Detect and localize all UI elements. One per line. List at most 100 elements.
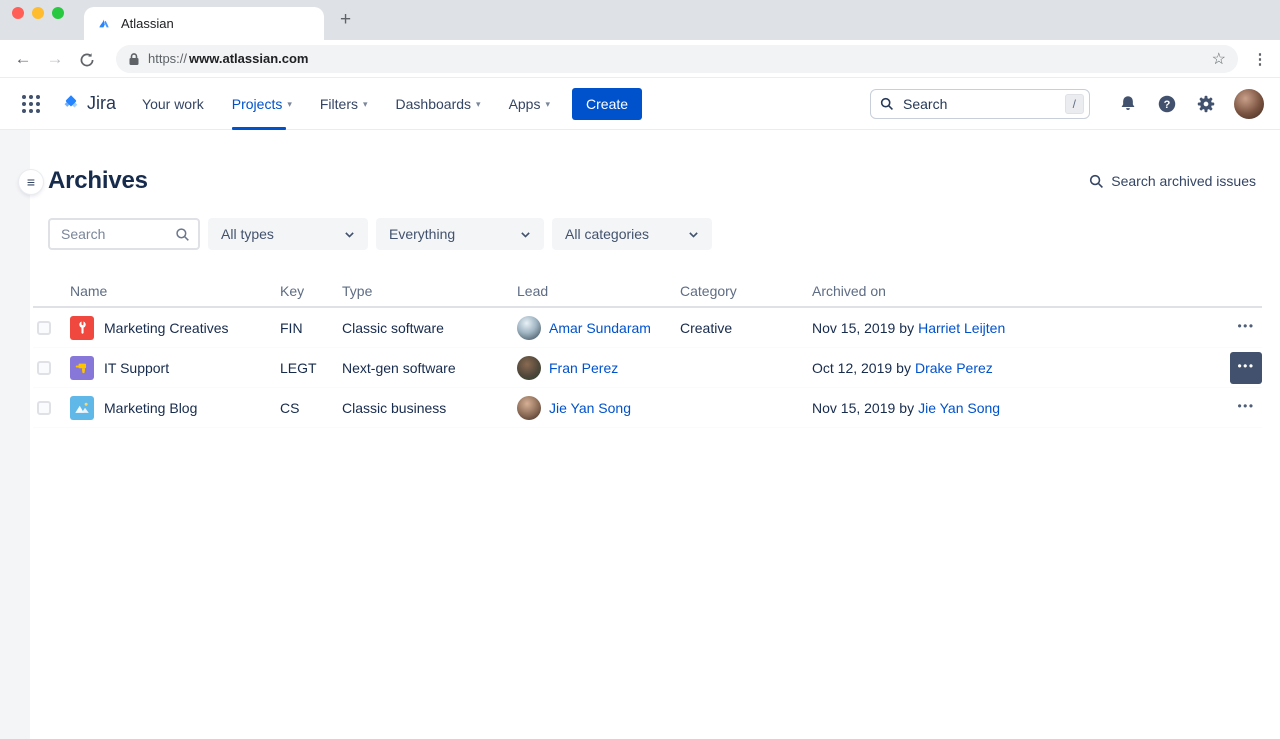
app-switcher-icon[interactable] [22,95,40,113]
archived-date: Oct 12, 2019 [812,360,892,376]
lead-link[interactable]: Jie Yan Song [549,400,631,416]
archived-by-link[interactable]: Harriet Leijten [918,320,1005,336]
search-shortcut-badge: / [1065,94,1084,114]
address-bar[interactable]: https:// www.atlassian.com ☆ [116,45,1238,73]
browser-tab[interactable]: Atlassian [84,7,324,40]
by-label: by [899,320,914,336]
types-dropdown[interactable]: All types [208,218,368,250]
browser-tab-strip: Atlassian + [0,0,1280,40]
jira-mark-icon [60,93,82,115]
project-name[interactable]: Marketing Blog [104,400,197,416]
nav-item-your-work[interactable]: Your work [142,78,204,130]
header-key: Key [280,283,342,299]
reload-icon[interactable] [72,50,102,68]
nav-item-filters[interactable]: Filters▾ [320,78,368,130]
zoom-window-button[interactable] [52,7,64,19]
hamburger-icon: ≡ [27,174,35,190]
filter-search-field[interactable] [48,218,200,250]
archives-table: Name Key Type Lead Category Archived on … [33,276,1262,428]
notifications-bell-icon[interactable] [1117,93,1139,115]
nav-item-dashboards[interactable]: Dashboards▾ [396,78,481,130]
table-row: IT Support LEGT Next-gen software Fran P… [33,348,1262,388]
header-type: Type [342,283,517,299]
svg-text:?: ? [1164,99,1171,111]
new-tab-button[interactable]: + [340,10,351,31]
mountains-icon [70,396,94,420]
tab-title: Atlassian [121,16,174,31]
filter-search-input[interactable] [59,225,175,243]
global-search-input[interactable] [901,95,1058,113]
chevron-down-icon: ▾ [476,97,481,110]
header-lead: Lead [517,283,680,299]
wrench-icon [70,316,94,340]
chevron-down-icon [343,228,356,241]
chevron-down-icon [687,228,700,241]
lock-icon [128,52,140,66]
bookmark-star-icon[interactable]: ☆ [1212,49,1226,69]
more-options-button-active[interactable]: ••• [1230,352,1262,384]
lead-avatar [517,356,541,380]
lead-link[interactable]: Fran Perez [549,360,618,376]
row-checkbox[interactable] [37,401,51,415]
categories-dropdown[interactable]: All categories [552,218,712,250]
global-search[interactable]: / [870,89,1090,119]
url-host: www.atlassian.com [189,51,308,66]
chevron-down-icon [519,228,532,241]
project-name[interactable]: IT Support [104,360,169,376]
minimize-window-button[interactable] [32,7,44,19]
table-row: Marketing Creatives FIN Classic software… [33,308,1262,348]
more-options-button[interactable]: ••• [1230,312,1262,344]
project-key: CS [280,400,342,416]
lead-link[interactable]: Amar Sundaram [549,320,651,336]
drill-icon [70,356,94,380]
archived-date: Nov 15, 2019 [812,320,895,336]
project-type: Next-gen software [342,360,517,376]
nav-item-apps[interactable]: Apps▾ [509,78,550,130]
project-category: Creative [680,320,812,336]
chevron-down-icon: ▾ [363,97,368,110]
row-checkbox[interactable] [37,321,51,335]
page-content: ≡ Archives Search archived issues All ty… [0,130,1280,739]
page-title: Archives [48,167,148,195]
url-scheme: https:// [148,51,187,66]
expand-sidebar-button[interactable]: ≡ [19,170,43,194]
search-icon [1089,174,1104,189]
atlassian-favicon-icon [96,16,112,32]
chevron-down-icon: ▾ [545,97,550,110]
jira-logo-text: Jira [87,93,116,114]
create-button[interactable]: Create [572,88,642,120]
chevron-down-icon: ▾ [287,97,292,110]
project-type: Classic business [342,400,517,416]
close-window-button[interactable] [12,7,24,19]
table-header-row: Name Key Type Lead Category Archived on [33,276,1262,308]
header-name: Name [70,283,280,299]
user-avatar[interactable] [1234,89,1264,119]
archived-by-link[interactable]: Drake Perez [915,360,993,376]
header-archived-on: Archived on [812,283,1218,299]
by-label: by [896,360,911,376]
more-options-button[interactable]: ••• [1230,392,1262,424]
scope-dropdown[interactable]: Everything [376,218,544,250]
search-archived-issues-link[interactable]: Search archived issues [1089,173,1256,189]
jira-logo[interactable]: Jira [60,93,116,115]
project-name[interactable]: Marketing Creatives [104,320,229,336]
settings-gear-icon[interactable] [1195,93,1217,115]
nav-item-projects[interactable]: Projects▾ [232,78,292,130]
window-controls [12,7,64,19]
forward-icon[interactable]: → [40,49,70,69]
search-icon [880,97,894,111]
archived-by-link[interactable]: Jie Yan Song [918,400,1000,416]
collapsed-sidebar [0,130,30,739]
project-key: LEGT [280,360,342,376]
filter-bar: All types Everything All categories [48,218,1256,250]
primary-nav-menu: Your work Projects▾ Filters▾ Dashboards▾… [142,78,550,130]
back-icon[interactable]: ← [8,49,38,69]
browser-menu-icon[interactable]: ⋮ [1248,50,1272,68]
row-checkbox[interactable] [37,361,51,375]
search-icon [175,227,190,242]
archived-date: Nov 15, 2019 [812,400,895,416]
project-type: Classic software [342,320,517,336]
header-category: Category [680,283,812,299]
help-icon[interactable]: ? [1156,93,1178,115]
project-key: FIN [280,320,342,336]
